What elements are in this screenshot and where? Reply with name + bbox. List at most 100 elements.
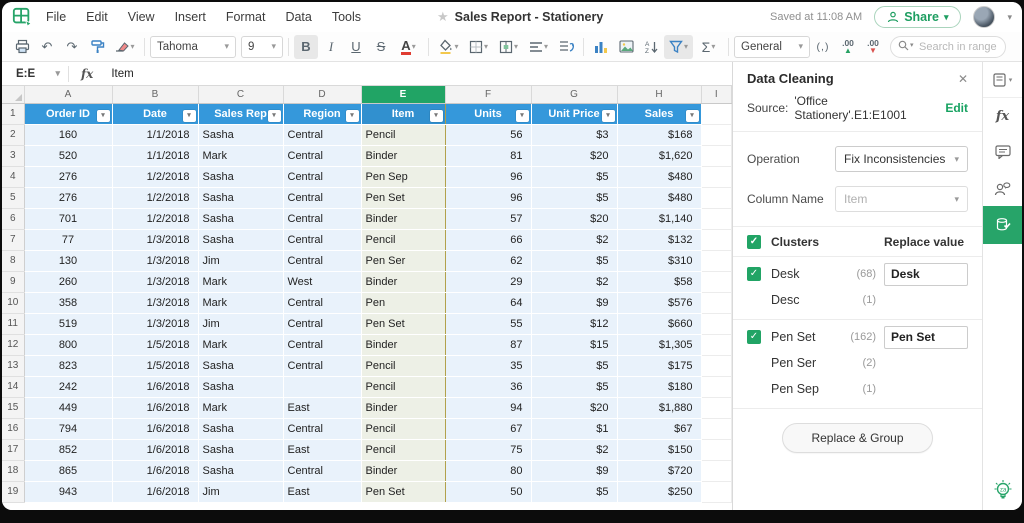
cell[interactable]: $175 (617, 355, 701, 376)
cell[interactable]: 260 (24, 271, 112, 292)
cell[interactable]: 794 (24, 418, 112, 439)
cell[interactable]: $5 (531, 355, 617, 376)
user-avatar[interactable] (973, 6, 995, 28)
cell[interactable]: 449 (24, 397, 112, 418)
cell[interactable]: Central (283, 166, 361, 187)
row-number[interactable]: 6 (2, 208, 24, 229)
cell[interactable]: $20 (531, 397, 617, 418)
cell[interactable]: West (283, 271, 361, 292)
cell[interactable]: Sasha (198, 439, 283, 460)
cell[interactable] (701, 208, 732, 229)
italic-button[interactable]: I (319, 35, 343, 59)
cell[interactable]: 701 (24, 208, 112, 229)
cell[interactable]: Pen Set (361, 313, 445, 334)
cell[interactable] (701, 418, 732, 439)
cell[interactable]: $310 (617, 250, 701, 271)
fx-icon[interactable]: fx (69, 67, 105, 81)
row-number[interactable]: 5 (2, 187, 24, 208)
cell[interactable]: Pen Set (361, 481, 445, 502)
row-number[interactable]: 1 (2, 103, 24, 124)
cell[interactable]: 77 (24, 229, 112, 250)
cell[interactable] (701, 334, 732, 355)
row-number[interactable]: 10 (2, 292, 24, 313)
select-all-checkbox[interactable]: ✓ (747, 235, 761, 249)
column-header-B[interactable]: B (112, 86, 198, 103)
cell[interactable] (701, 124, 732, 145)
menu-insert[interactable]: Insert (175, 10, 206, 24)
cell[interactable]: $660 (617, 313, 701, 334)
filter-dropdown-icon[interactable]: ▾ (268, 110, 281, 122)
cell[interactable]: 276 (24, 187, 112, 208)
row-number[interactable]: 9 (2, 271, 24, 292)
cell[interactable]: 1/6/2018 (112, 397, 198, 418)
insert-chart-button[interactable] (589, 35, 613, 59)
filter-dropdown-icon[interactable]: ▾ (516, 110, 529, 122)
formula-input[interactable]: Item (105, 68, 133, 80)
row-number[interactable]: 18 (2, 460, 24, 481)
filter-dropdown-icon[interactable]: ▾ (602, 110, 615, 122)
cell[interactable]: 1/3/2018 (112, 313, 198, 334)
cell[interactable]: Binder (361, 208, 445, 229)
cell[interactable]: Sasha (198, 187, 283, 208)
cell[interactable]: $1,880 (617, 397, 701, 418)
cell[interactable]: 865 (24, 460, 112, 481)
filter-dropdown-icon[interactable]: ▾ (686, 110, 699, 122)
cell[interactable]: Mark (198, 334, 283, 355)
cell[interactable]: 1/2/2018 (112, 187, 198, 208)
cell[interactable]: Binder (361, 397, 445, 418)
cell[interactable]: 62 (445, 250, 531, 271)
insert-image-button[interactable] (614, 35, 638, 59)
cell[interactable]: $5 (531, 376, 617, 397)
column-header-D[interactable]: D (283, 86, 361, 103)
cell[interactable]: 1/1/2018 (112, 124, 198, 145)
cell[interactable]: 1/6/2018 (112, 460, 198, 481)
cluster-checkbox[interactable]: ✓ (747, 267, 761, 281)
cell[interactable]: 67 (445, 418, 531, 439)
cell[interactable]: Central (283, 229, 361, 250)
cell[interactable]: Pencil (361, 439, 445, 460)
cell[interactable]: Jim (198, 313, 283, 334)
cell[interactable]: 56 (445, 124, 531, 145)
cell[interactable]: Binder (361, 271, 445, 292)
cell[interactable]: 35 (445, 355, 531, 376)
strikethrough-button[interactable]: S (369, 35, 393, 59)
cell[interactable]: East (283, 397, 361, 418)
replace-and-group-button[interactable]: Replace & Group (782, 423, 932, 453)
cell[interactable]: 96 (445, 187, 531, 208)
font-family-select[interactable]: Tahoma ▾ (150, 36, 236, 58)
cell[interactable]: $5 (531, 250, 617, 271)
cell[interactable]: Sasha (198, 208, 283, 229)
cell[interactable]: Mark (198, 397, 283, 418)
cell[interactable]: 55 (445, 313, 531, 334)
cell[interactable] (701, 229, 732, 250)
filter-dropdown-icon[interactable]: ▾ (346, 110, 359, 122)
header-cell[interactable]: Unit Price▾ (531, 103, 617, 124)
cell[interactable] (701, 103, 732, 124)
row-number[interactable]: 19 (2, 481, 24, 502)
cell[interactable] (701, 376, 732, 397)
cell[interactable]: Central (283, 292, 361, 313)
cell[interactable]: $132 (617, 229, 701, 250)
data-cleaning-tab[interactable] (983, 206, 1023, 244)
horizontal-align-button[interactable]: ▾ (524, 35, 553, 59)
cell[interactable]: 29 (445, 271, 531, 292)
cell[interactable]: Central (283, 355, 361, 376)
cell[interactable]: 64 (445, 292, 531, 313)
cell[interactable]: $15 (531, 334, 617, 355)
cell[interactable]: $180 (617, 376, 701, 397)
cell[interactable]: 57 (445, 208, 531, 229)
cell[interactable]: $480 (617, 166, 701, 187)
cell[interactable]: $2 (531, 439, 617, 460)
cell[interactable]: 1/3/2018 (112, 271, 198, 292)
functions-tab[interactable]: fx (983, 98, 1023, 134)
menu-tools[interactable]: Tools (332, 10, 361, 24)
cell[interactable]: $20 (531, 145, 617, 166)
cell[interactable]: Central (283, 145, 361, 166)
menu-file[interactable]: File (46, 10, 66, 24)
cell[interactable]: $3 (531, 124, 617, 145)
cell[interactable]: Binder (361, 334, 445, 355)
cell[interactable]: Central (283, 334, 361, 355)
filter-dropdown-icon[interactable]: ▾ (183, 110, 196, 122)
cell[interactable]: 66 (445, 229, 531, 250)
cell[interactable]: Sasha (198, 124, 283, 145)
